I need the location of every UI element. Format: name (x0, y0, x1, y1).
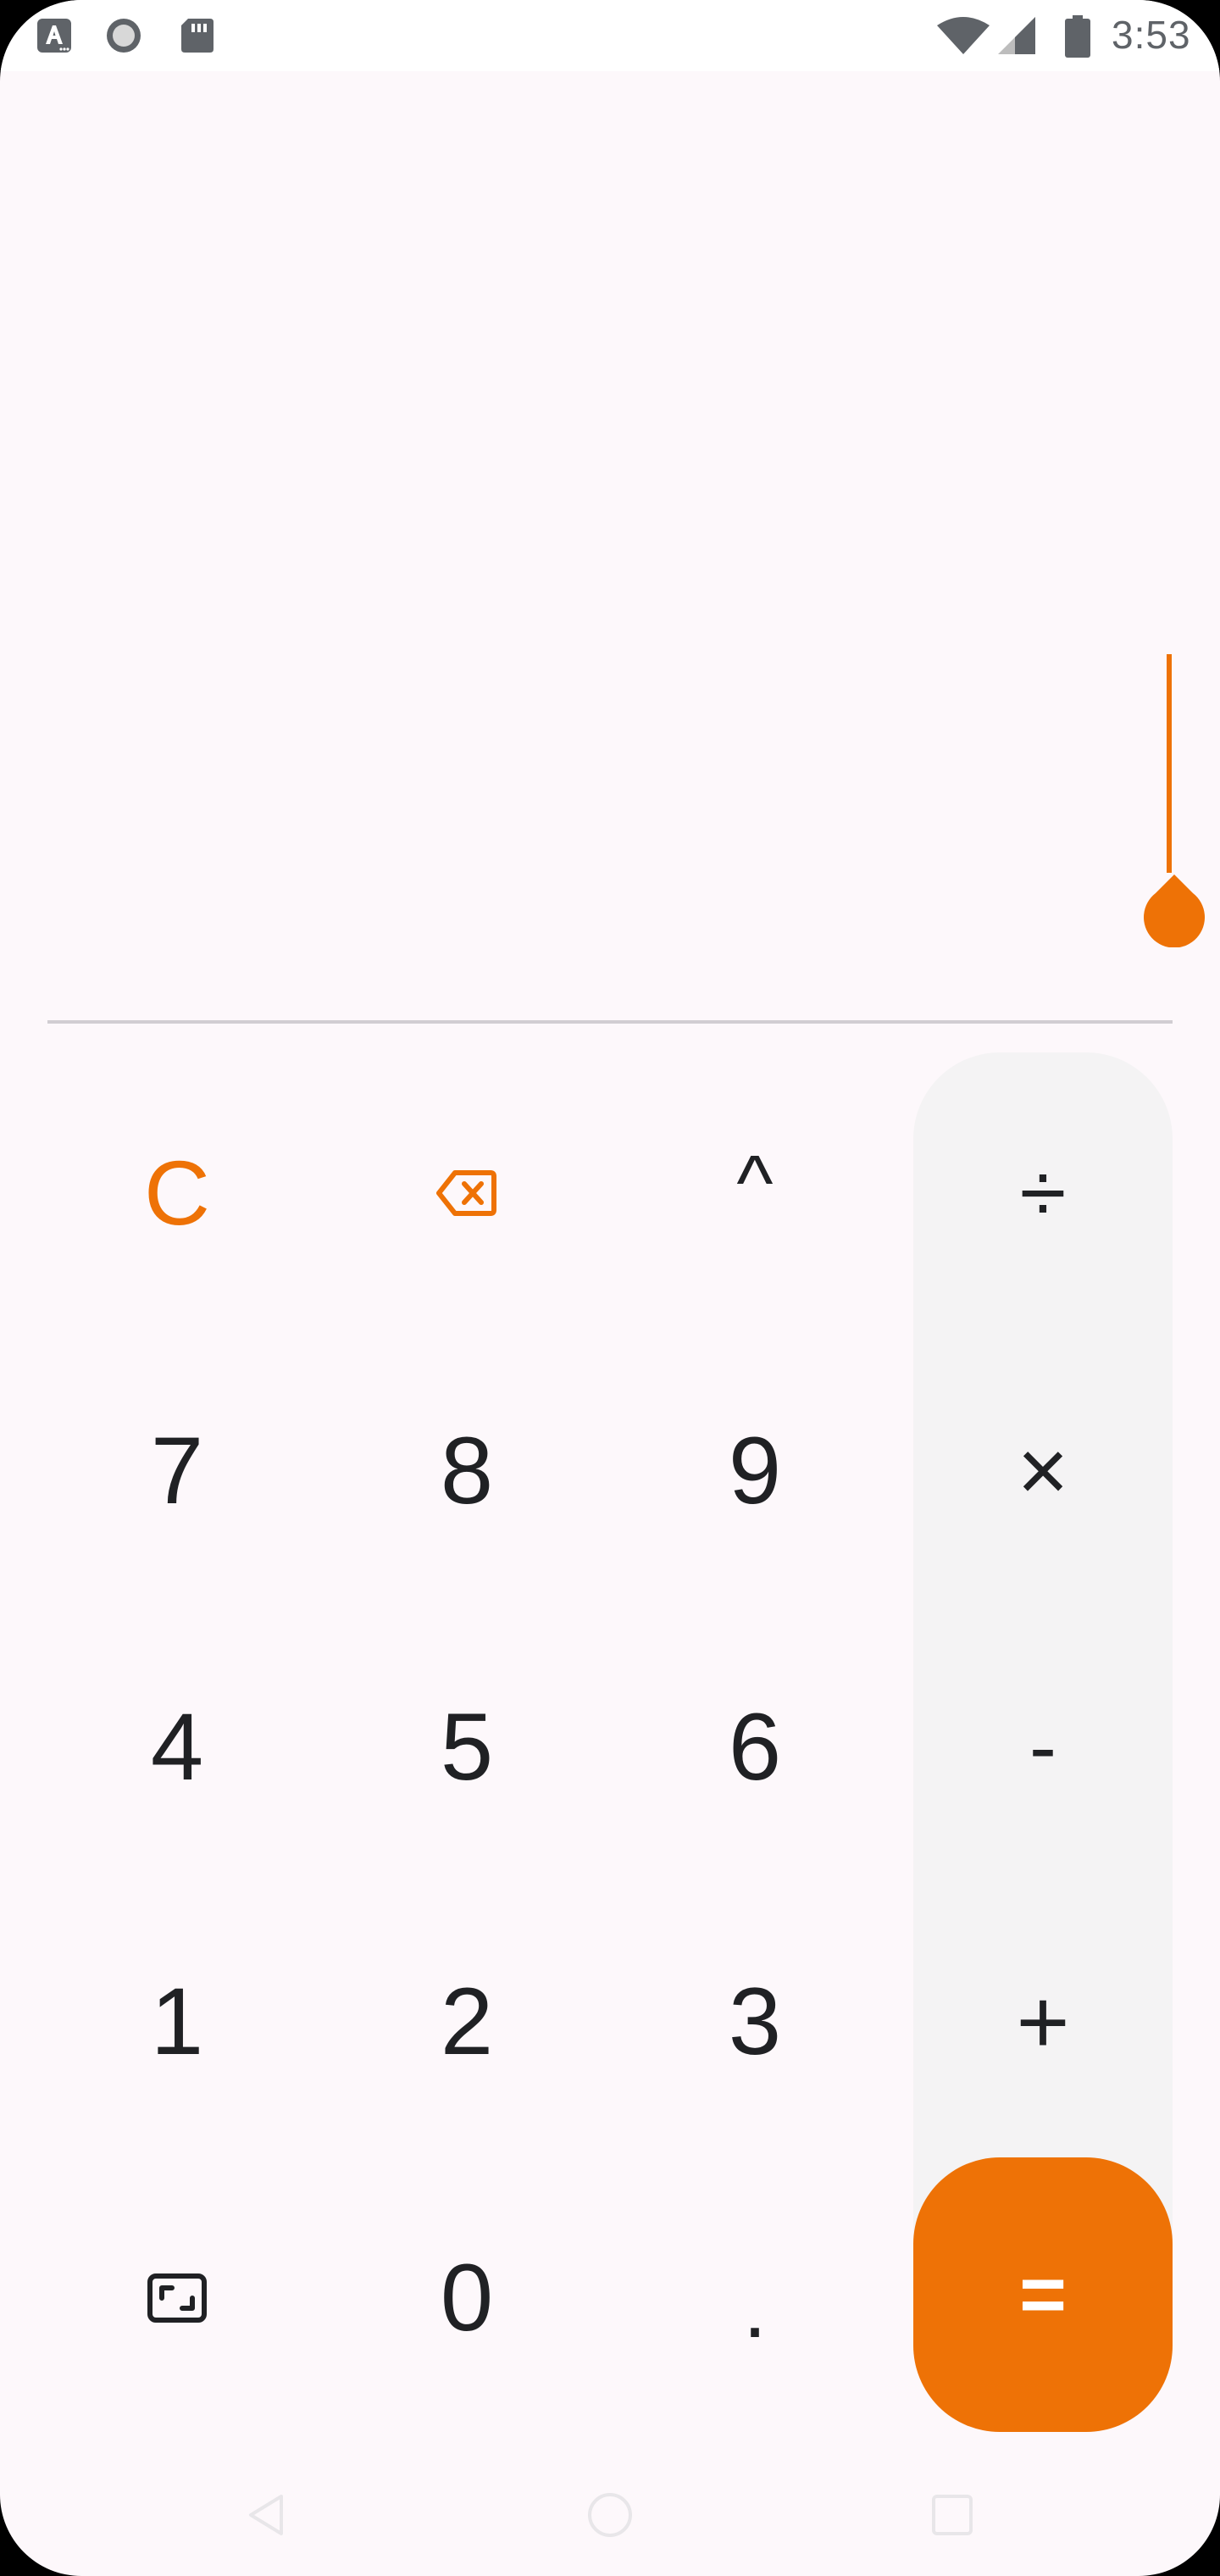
resize-icon (147, 2273, 208, 2323)
digit-7-button[interactable]: 7 (47, 1344, 307, 1598)
multiply-button[interactable]: × (913, 1344, 1173, 1598)
decimal-label: . (743, 2261, 767, 2356)
equals-label: = (1018, 2249, 1068, 2340)
digit-label: 2 (440, 1968, 494, 2074)
digit-1-button[interactable]: 1 (47, 1895, 307, 2149)
text-cursor (1167, 654, 1172, 873)
digit-label: 8 (440, 1418, 494, 1524)
digit-label: 0 (440, 2245, 494, 2351)
minus-label: - (1029, 1702, 1056, 1792)
backspace-icon (436, 1169, 497, 1217)
clear-label: C (144, 1141, 210, 1244)
home-icon (585, 2490, 635, 2545)
digit-2-button[interactable]: 2 (337, 1895, 596, 2149)
digit-label: 9 (728, 1418, 782, 1524)
back-icon (241, 2490, 291, 2545)
recents-icon (927, 2490, 978, 2545)
calculator-screen: 3:53 C ^ ÷ 7 8 9 × 4 5 6 - 1 2 3 + 0 . = (0, 0, 1220, 2576)
back-button[interactable] (224, 2474, 308, 2559)
digit-label: 6 (728, 1694, 782, 1800)
clear-button[interactable]: C (47, 1066, 307, 1320)
text-a-icon (34, 15, 75, 56)
multiply-label: × (1017, 1422, 1069, 1520)
digit-8-button[interactable]: 8 (337, 1344, 596, 1598)
status-time: 3:53 (1112, 13, 1191, 57)
digit-6-button[interactable]: 6 (625, 1620, 884, 1874)
extended-keypad-button[interactable] (47, 2171, 307, 2425)
digit-label: 1 (150, 1968, 204, 2074)
decimal-button[interactable]: . (625, 2171, 884, 2425)
record-circle-icon (103, 15, 144, 56)
digit-label: 4 (150, 1694, 204, 1800)
digit-0-button[interactable]: 0 (337, 2171, 596, 2425)
power-label: ^ (736, 1140, 774, 1226)
digit-5-button[interactable]: 5 (337, 1620, 596, 1874)
digit-label: 5 (440, 1694, 494, 1800)
power-button[interactable]: ^ (625, 1066, 884, 1320)
status-bar: 3:53 (0, 0, 1220, 71)
display-divider (47, 1020, 1173, 1024)
expression-display[interactable] (47, 102, 1173, 1000)
minus-button[interactable]: - (913, 1620, 1173, 1874)
plus-label: + (1016, 1970, 1070, 2073)
divide-label: ÷ (1019, 1146, 1067, 1241)
digit-3-button[interactable]: 3 (625, 1895, 884, 2149)
digit-4-button[interactable]: 4 (47, 1620, 307, 1874)
navigation-bar (0, 2457, 1220, 2576)
digit-label: 3 (728, 1968, 782, 2074)
cursor-handle[interactable] (1140, 871, 1208, 948)
recents-button[interactable] (910, 2474, 995, 2559)
backspace-button[interactable] (337, 1066, 596, 1320)
home-button[interactable] (568, 2474, 652, 2559)
divide-button[interactable]: ÷ (913, 1066, 1173, 1320)
signal-icon (996, 15, 1037, 56)
sd-card-icon (176, 15, 217, 56)
equals-button[interactable]: = (913, 2157, 1173, 2432)
plus-button[interactable]: + (913, 1895, 1173, 2149)
digit-9-button[interactable]: 9 (625, 1344, 884, 1598)
digit-label: 7 (150, 1418, 204, 1524)
battery-icon (1064, 15, 1091, 58)
wifi-icon (935, 15, 991, 56)
